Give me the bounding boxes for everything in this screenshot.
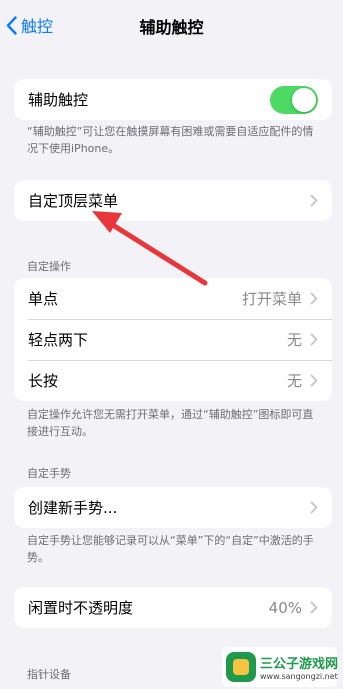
- assistive-touch-group: 辅助触控: [14, 79, 332, 120]
- idle-opacity-group: 闲置时不透明度 40%: [14, 587, 332, 628]
- page-title: 辅助触控: [139, 18, 204, 37]
- custom-actions-group: 单点 打开菜单 轻点两下 无 长按 无: [14, 278, 332, 401]
- single-tap-row[interactable]: 单点 打开菜单: [14, 278, 332, 319]
- idle-opacity-value: 40%: [268, 598, 302, 617]
- double-tap-value: 无: [286, 331, 302, 349]
- toggle-knob: [292, 87, 316, 112]
- double-tap-row[interactable]: 轻点两下 无: [14, 319, 332, 360]
- chevron-right-icon: [310, 194, 318, 207]
- single-tap-value: 打开菜单: [241, 290, 302, 308]
- chevron-right-icon: [310, 374, 318, 387]
- chevron-right-icon: [310, 601, 318, 614]
- custom-actions-header: 自定操作: [27, 260, 71, 273]
- create-gesture-label: 创建新手势...: [28, 499, 118, 517]
- assistive-touch-row: 辅助触控: [14, 79, 332, 120]
- custom-actions-footer: 自定操作允许您无需打开菜单，通过“辅助触控”图标即可直接进行互动。: [27, 408, 314, 438]
- long-press-value: 无: [286, 372, 302, 390]
- single-tap-label: 单点: [28, 290, 59, 308]
- custom-gestures-footer: 自定手势让您能够记录可以从“菜单”下的“自定”中激活的手势。: [27, 534, 314, 564]
- customize-top-menu-label: 自定顶层菜单: [28, 192, 119, 210]
- navigation-bar: 触控 辅助触控: [0, 0, 343, 52]
- create-gesture-row[interactable]: 创建新手势...: [14, 487, 332, 528]
- chevron-right-icon: [310, 333, 318, 346]
- watermark-logo-icon: [226, 652, 256, 682]
- watermark-title: 三公子游戏网: [260, 657, 339, 672]
- idle-opacity-label: 闲置时不透明度: [28, 599, 134, 617]
- idle-opacity-row[interactable]: 闲置时不透明度 40%: [14, 587, 332, 628]
- customize-top-menu-row[interactable]: 自定顶层菜单: [14, 180, 332, 221]
- custom-gestures-group: 创建新手势...: [14, 487, 332, 528]
- custom-gestures-header: 自定手势: [27, 467, 71, 480]
- top-menu-group: 自定顶层菜单: [14, 180, 332, 221]
- pointer-devices-header: 指针设备: [27, 668, 71, 681]
- assistive-touch-toggle[interactable]: [270, 85, 318, 114]
- chevron-right-icon: [310, 501, 318, 514]
- long-press-row[interactable]: 长按 无: [14, 360, 332, 401]
- assistive-touch-label: 辅助触控: [28, 91, 89, 109]
- chevron-right-icon: [310, 292, 318, 305]
- double-tap-label: 轻点两下: [28, 331, 89, 349]
- watermark-url: www.sangongzi.net: [260, 672, 338, 681]
- long-press-label: 长按: [28, 372, 59, 390]
- watermark-logo: 三公子游戏网 www.sangongzi.net: [222, 647, 339, 687]
- assistive-touch-footer: “辅助触控”可让您在触摸屏幕有困难或需要自适应配件的情况下使用iPhone。: [27, 125, 314, 155]
